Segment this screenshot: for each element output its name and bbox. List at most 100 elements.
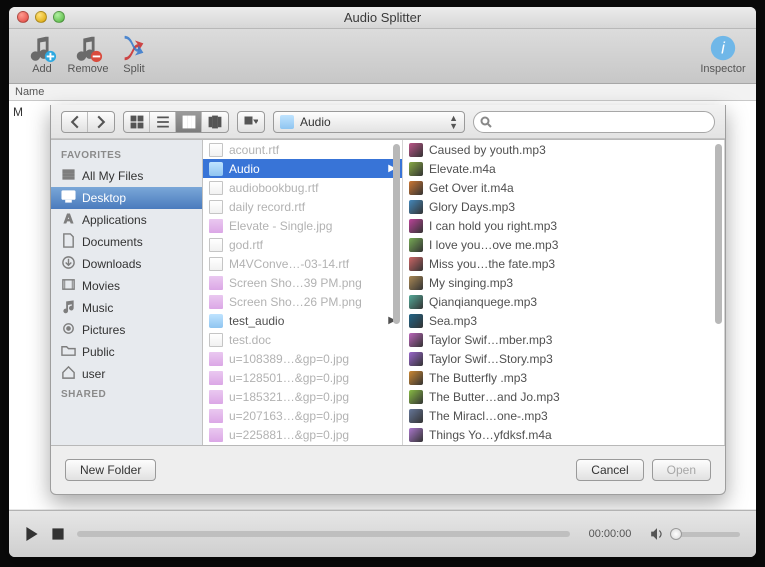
file-label: Sea.mp3 [429,314,477,328]
audio-thumbnail-icon [409,314,423,328]
speaker-icon [650,527,664,541]
file-row[interactable]: Screen Sho…26 PM.png [203,292,402,311]
file-row[interactable]: The Butterfly .mp3 [403,368,724,387]
file-row[interactable]: Taylor Swif…Story.mp3 [403,349,724,368]
sidebar-item[interactable]: Documents [51,231,202,253]
file-row[interactable]: Elevate - Single.jpg [203,216,402,235]
inspector-button[interactable]: i Inspector [700,33,746,75]
sidebar-item[interactable]: AApplications [51,209,202,231]
remove-button[interactable]: Remove [65,33,111,75]
file-row[interactable]: u=185321…&gp=0.jpg [203,387,402,406]
doc-icon [209,257,223,271]
file-row[interactable]: Things Yo…yfdksf.m4a [403,425,724,444]
sidebar-item[interactable]: Public [51,341,202,363]
file-row[interactable]: Audio▶ [203,159,402,178]
file-row[interactable]: The Butter…and Jo.mp3 [403,387,724,406]
arrange-button[interactable] [238,112,264,132]
file-row[interactable]: The Miracl…one-.mp3 [403,406,724,425]
sidebar-item[interactable]: Pictures [51,319,202,341]
view-columns-button[interactable] [176,112,202,132]
file-row[interactable]: daily record.rtf [203,197,402,216]
path-popup[interactable]: Audio ▲▼ [273,111,465,133]
doc-icon [209,143,223,157]
doc-icon [209,181,223,195]
file-row[interactable]: Screen Sho…39 PM.png [203,273,402,292]
file-row[interactable]: test.doc [203,330,402,349]
file-label: The Butter…and Jo.mp3 [429,390,560,404]
browser-column-1: acount.rtfAudio▶audiobookbug.rtfdaily re… [203,140,403,445]
audio-thumbnail-icon [409,200,423,214]
volume-slider[interactable] [670,532,740,537]
audio-thumbnail-icon [409,371,423,385]
file-row[interactable]: Qianqianquege.mp3 [403,292,724,311]
time-display: 00:00:00 [582,528,638,540]
view-icons-button[interactable] [124,112,150,132]
file-row[interactable]: M4VConve…-03-14.rtf [203,254,402,273]
favorites-header: FAVORITES [51,146,202,165]
file-row[interactable]: audiobookbug.rtf [203,178,402,197]
file-row[interactable]: I love you…ove me.mp3 [403,235,724,254]
back-button[interactable] [62,112,88,132]
player-bar: 00:00:00 [9,510,756,557]
zoom-icon[interactable] [53,11,65,23]
search-field[interactable] [473,111,715,133]
scrollbar[interactable] [715,144,722,441]
close-icon[interactable] [17,11,29,23]
scroll-thumb[interactable] [393,144,400,324]
file-label: u=185321…&gp=0.jpg [229,390,349,404]
search-icon [480,116,492,128]
file-row[interactable]: Taylor Swif…mber.mp3 [403,330,724,349]
view-coverflow-button[interactable] [202,112,228,132]
file-row[interactable]: u=108389…&gp=0.jpg [203,349,402,368]
volume-knob[interactable] [670,528,682,540]
file-row[interactable]: u=207163…&gp=0.jpg [203,406,402,425]
sidebar-item[interactable]: Downloads [51,253,202,275]
file-label: Screen Sho…39 PM.png [229,276,362,290]
scroll-thumb[interactable] [715,144,722,324]
audio-thumbnail-icon [409,352,423,366]
arrange-menu[interactable] [237,111,265,133]
file-row[interactable]: u=128501…&gp=0.jpg [203,368,402,387]
file-row[interactable]: Get Over it.m4a [403,178,724,197]
file-row[interactable]: acount.rtf [203,140,402,159]
cancel-button[interactable]: Cancel [576,459,643,481]
music-icon [61,299,76,317]
view-list-button[interactable] [150,112,176,132]
file-row[interactable]: Elevate.m4a [403,159,724,178]
img-icon [209,390,223,404]
minimize-icon[interactable] [35,11,47,23]
file-row[interactable]: Caused by youth.mp3 [403,140,724,159]
sidebar-item[interactable]: All My Files [51,165,202,187]
sidebar-item[interactable]: Desktop [51,187,202,209]
sidebar: FAVORITES All My FilesDesktopAApplicatio… [51,140,203,445]
file-row[interactable]: Glory Days.mp3 [403,197,724,216]
search-input[interactable] [496,115,708,129]
add-button[interactable]: Add [19,33,65,75]
file-row[interactable]: Miss you…the fate.mp3 [403,254,724,273]
sidebar-item[interactable]: Music [51,297,202,319]
file-label: I can hold you right.mp3 [429,219,557,233]
sidebar-item[interactable]: Movies [51,275,202,297]
split-button[interactable]: Split [111,33,157,75]
file-label: Audio [229,162,260,176]
file-row[interactable]: u=225881…&gp=0.jpg [203,425,402,444]
img-icon [209,371,223,385]
forward-button[interactable] [88,112,114,132]
doc-icon [209,200,223,214]
column-header-name[interactable]: Name [9,84,756,101]
scrollbar[interactable] [393,144,400,441]
file-label: u=108389…&gp=0.jpg [229,352,349,366]
file-row[interactable]: test_audio▶ [203,311,402,330]
file-row[interactable]: Sea.mp3 [403,311,724,330]
open-button[interactable]: Open [652,459,711,481]
file-row[interactable]: My singing.mp3 [403,273,724,292]
sidebar-item[interactable]: user [51,363,202,385]
desktop-icon [61,189,76,207]
movies-icon [61,277,76,295]
stop-icon[interactable] [51,527,65,541]
new-folder-button[interactable]: New Folder [65,459,156,481]
play-icon[interactable] [25,527,39,541]
seek-slider[interactable] [77,531,570,537]
file-row[interactable]: I can hold you right.mp3 [403,216,724,235]
file-row[interactable]: god.rtf [203,235,402,254]
